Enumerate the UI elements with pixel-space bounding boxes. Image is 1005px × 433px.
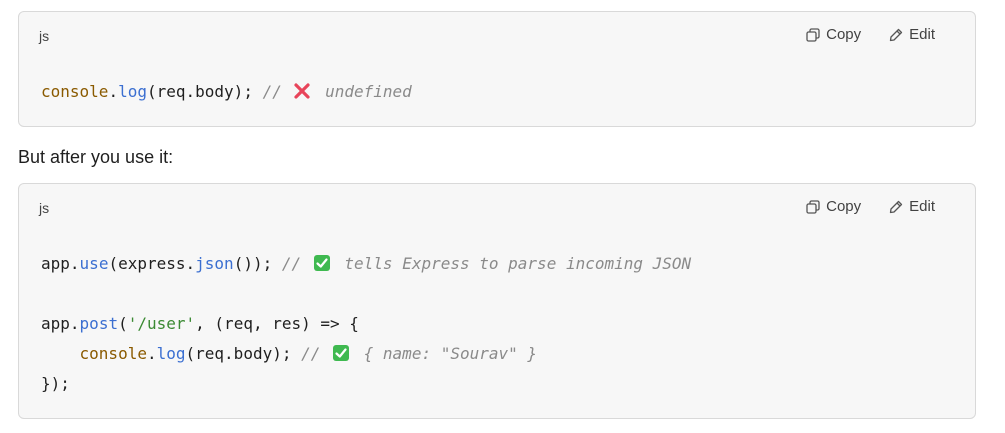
code-token: post bbox=[79, 314, 119, 333]
code-language-label: js bbox=[39, 200, 50, 216]
edit-button[interactable]: Edit bbox=[889, 198, 935, 215]
code-content: console.log(req.body); // undefined bbox=[41, 77, 412, 107]
code-token: ( bbox=[118, 314, 128, 333]
code-block-1: js Copy Edit console.log(req.body); // u… bbox=[18, 11, 976, 127]
code-token: log bbox=[118, 82, 147, 101]
pencil-icon bbox=[889, 200, 903, 214]
code-token: . bbox=[146, 344, 157, 363]
code-token: { name: "Sourav" } bbox=[354, 344, 538, 363]
pencil-icon bbox=[889, 28, 903, 42]
code-token: . bbox=[69, 254, 80, 273]
code-token: log bbox=[156, 344, 186, 363]
code-content: app.use(express.json()); // tells Expres… bbox=[41, 249, 691, 399]
code-actions: Copy Edit bbox=[806, 198, 935, 215]
code-token: . bbox=[69, 314, 80, 333]
code-line: console.log(req.body); // { name: "Soura… bbox=[41, 339, 691, 369]
code-actions: Copy Edit bbox=[806, 26, 935, 43]
code-token: . bbox=[108, 82, 119, 101]
code-token: undefined bbox=[315, 82, 412, 101]
copy-button[interactable]: Copy bbox=[806, 26, 861, 43]
code-token: (req.body); bbox=[185, 344, 302, 363]
code-line: }); bbox=[41, 369, 691, 399]
edit-label: Edit bbox=[909, 26, 935, 43]
prose-text: But after you use it: bbox=[18, 147, 174, 167]
code-block-2: js Copy Edit app.use(express.json()); //… bbox=[18, 183, 976, 419]
code-line: app.use(express.json()); // tells Expres… bbox=[41, 249, 691, 279]
code-token: (req.body); bbox=[146, 82, 263, 101]
copy-label: Copy bbox=[826, 26, 862, 43]
edit-button[interactable]: Edit bbox=[889, 26, 935, 43]
copy-button[interactable]: Copy bbox=[806, 198, 861, 215]
code-token: use bbox=[79, 254, 109, 273]
copy-icon bbox=[806, 27, 820, 42]
check-mark-icon bbox=[332, 342, 350, 361]
code-token: app bbox=[41, 314, 70, 333]
code-token: json bbox=[195, 254, 234, 273]
code-token: tells Express to parse incoming JSON bbox=[334, 254, 692, 273]
code-token: // bbox=[281, 254, 311, 273]
copy-label: Copy bbox=[826, 198, 862, 215]
code-token: // bbox=[262, 82, 292, 101]
code-token: ()); bbox=[233, 254, 282, 273]
code-token: // bbox=[301, 344, 331, 363]
code-language-label: js bbox=[39, 28, 50, 44]
code-token: console bbox=[41, 82, 109, 101]
edit-label: Edit bbox=[909, 198, 935, 215]
code-token: '/user' bbox=[127, 314, 196, 333]
code-token: console bbox=[79, 344, 147, 363]
cross-mark-icon bbox=[293, 80, 311, 99]
copy-icon bbox=[806, 199, 820, 214]
code-token: app bbox=[41, 254, 70, 273]
code-token: }); bbox=[41, 374, 70, 393]
code-line: app.post('/user', (req, res) => { bbox=[41, 309, 691, 339]
code-token: (express. bbox=[108, 254, 196, 273]
code-line: console.log(req.body); // undefined bbox=[41, 77, 412, 107]
check-mark-icon bbox=[313, 252, 331, 271]
code-token: , (req, res) => { bbox=[195, 314, 359, 333]
